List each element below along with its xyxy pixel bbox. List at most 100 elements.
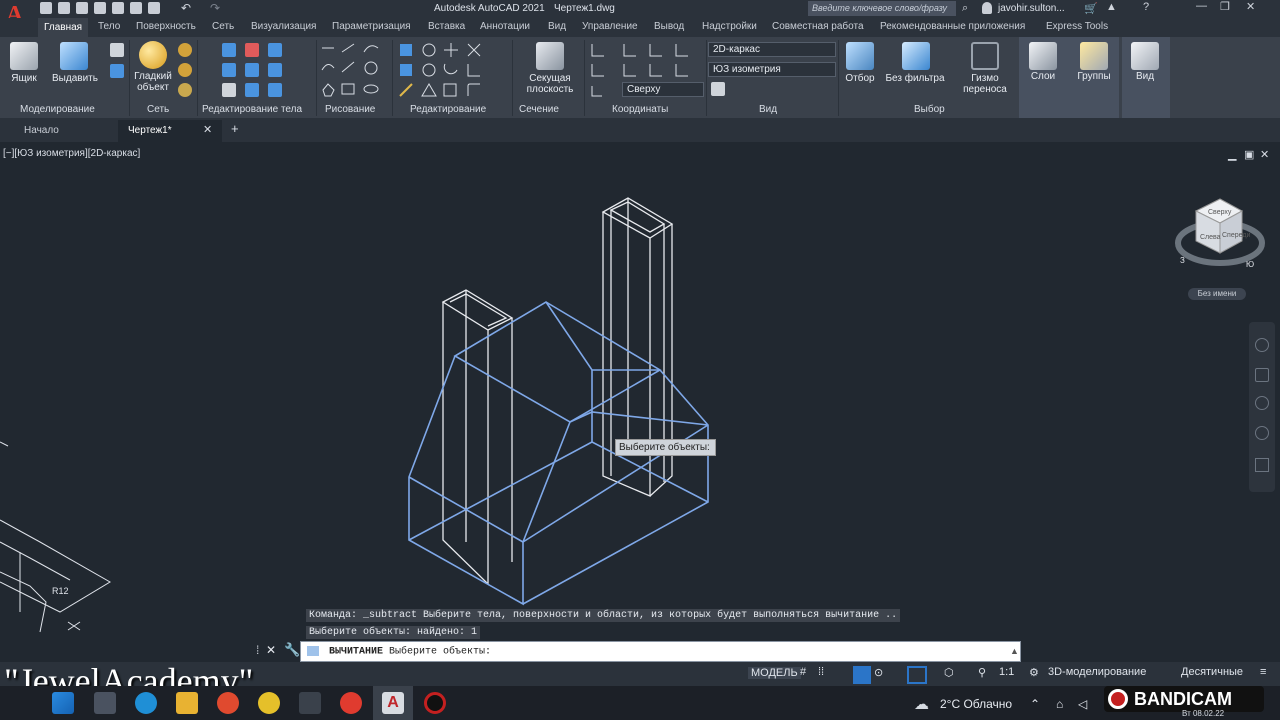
command-grip-icon[interactable]: ⁞ bbox=[256, 643, 259, 657]
close-window-icon[interactable]: ✕ bbox=[1246, 0, 1255, 13]
pan-icon[interactable] bbox=[1255, 368, 1269, 382]
gizmo-icon[interactable] bbox=[971, 42, 999, 70]
viewcube-left[interactable]: Слева bbox=[1200, 234, 1221, 241]
firefox-icon[interactable] bbox=[217, 692, 239, 714]
subtract-icon[interactable] bbox=[245, 43, 259, 57]
group-draw[interactable]: Рисование bbox=[325, 104, 375, 115]
compass-south[interactable]: Ю bbox=[1246, 260, 1254, 269]
modeling-small-icon-1[interactable] bbox=[110, 43, 124, 57]
save-as-icon[interactable] bbox=[94, 2, 106, 14]
culling-icon[interactable] bbox=[846, 42, 874, 70]
solid-edit-icon-7[interactable] bbox=[222, 83, 236, 97]
tab-output[interactable]: Вывод bbox=[654, 21, 684, 32]
viewport-config-icon[interactable] bbox=[711, 82, 725, 96]
culling-button[interactable]: Отбор bbox=[840, 73, 880, 84]
view-preset-select[interactable]: ЮЗ изометрия bbox=[708, 62, 836, 77]
group-section[interactable]: Сечение bbox=[519, 104, 559, 115]
section-plane-icon[interactable] bbox=[536, 42, 564, 70]
visual-style-select[interactable]: 2D-каркас bbox=[708, 42, 836, 57]
tab-visualize[interactable]: Визуализация bbox=[251, 21, 316, 32]
draw-tools-icons[interactable] bbox=[320, 42, 390, 98]
steering-wheel-icon[interactable] bbox=[1255, 338, 1269, 352]
group-mesh[interactable]: Сеть bbox=[147, 104, 169, 115]
network-icon[interactable]: ⌂ bbox=[1056, 697, 1063, 711]
solid-edit-icon-8[interactable] bbox=[245, 83, 259, 97]
command-close-icon[interactable]: ✕ bbox=[266, 643, 276, 657]
tab-manage[interactable]: Управление bbox=[582, 21, 638, 32]
cart-icon[interactable]: 🛒 bbox=[1084, 2, 1098, 15]
new-file-icon[interactable] bbox=[40, 2, 52, 14]
minimize-window-icon[interactable]: — bbox=[1196, 0, 1207, 12]
view-button[interactable]: Вид bbox=[1125, 71, 1165, 82]
tab-express-tools[interactable]: Express Tools bbox=[1046, 21, 1108, 32]
ucs-view-select[interactable]: Сверху bbox=[622, 82, 704, 97]
solid-edit-icon-6[interactable] bbox=[268, 63, 282, 77]
tab-collaborate[interactable]: Совместная работа bbox=[772, 21, 864, 32]
units-select[interactable]: Десятичные bbox=[1181, 666, 1243, 678]
orbit-icon[interactable] bbox=[1255, 426, 1269, 440]
solid-edit-icon-4[interactable] bbox=[222, 63, 236, 77]
extrude-icon[interactable] bbox=[60, 42, 88, 70]
annotation-visibility-icon[interactable]: ⚲ bbox=[978, 666, 986, 679]
undo-icon[interactable]: ↶ bbox=[181, 1, 191, 15]
weather-text[interactable]: 2°C Облачно bbox=[940, 697, 1012, 711]
solid-edit-icon-9[interactable] bbox=[268, 83, 282, 97]
group-modeling[interactable]: Моделирование bbox=[20, 104, 95, 115]
section-plane-button[interactable]: Секущая плоскость bbox=[522, 73, 578, 95]
tab-insert[interactable]: Вставка bbox=[428, 21, 465, 32]
start-icon[interactable] bbox=[52, 692, 74, 714]
mesh-small-icon-2[interactable] bbox=[178, 63, 192, 77]
union-icon[interactable] bbox=[222, 43, 236, 57]
autocad-taskbar-icon[interactable]: A bbox=[382, 692, 404, 714]
wcs-menu[interactable]: Без имени bbox=[1188, 288, 1246, 300]
user-name[interactable]: javohir.sulton... bbox=[998, 3, 1065, 14]
task-view-icon[interactable] bbox=[94, 692, 116, 714]
search-icon[interactable]: ⌕ bbox=[962, 2, 968, 15]
volume-icon[interactable]: ◁ bbox=[1078, 697, 1087, 711]
compass-west[interactable]: З bbox=[1180, 256, 1185, 265]
plot-icon[interactable] bbox=[148, 2, 160, 14]
no-filter-button[interactable]: Без фильтра bbox=[882, 73, 948, 84]
layers-button[interactable]: Слои bbox=[1022, 71, 1064, 82]
save-icon[interactable] bbox=[76, 2, 88, 14]
web-save-icon[interactable] bbox=[112, 2, 124, 14]
annotation-scale[interactable]: 1:1 bbox=[999, 666, 1014, 678]
user-icon[interactable] bbox=[982, 2, 992, 14]
smooth-object-icon[interactable] bbox=[139, 41, 167, 69]
modify-tools-icons[interactable] bbox=[398, 42, 508, 98]
tab-featured-apps[interactable]: Рекомендованные приложения bbox=[880, 21, 1025, 32]
group-view[interactable]: Вид bbox=[759, 104, 777, 115]
command-customize-icon[interactable]: 🔧 bbox=[284, 642, 300, 658]
search-input[interactable]: Введите ключевое слово/фразу bbox=[808, 1, 956, 16]
viewcube-front[interactable]: Спереди bbox=[1222, 232, 1250, 239]
modeling-small-icon-2[interactable] bbox=[110, 64, 124, 78]
tab-parametric[interactable]: Параметризация bbox=[332, 21, 411, 32]
open-file-icon[interactable] bbox=[58, 2, 70, 14]
viewcube-top[interactable]: Сверху bbox=[1208, 209, 1232, 216]
edge-icon[interactable] bbox=[135, 692, 157, 714]
group-selection[interactable]: Выбор bbox=[914, 104, 945, 115]
tab-surface[interactable]: Поверхность bbox=[136, 21, 196, 32]
close-tab-icon[interactable]: ✕ bbox=[203, 123, 212, 136]
polar-icon[interactable]: ⊙ bbox=[874, 666, 883, 679]
explorer-icon[interactable] bbox=[176, 692, 198, 714]
tab-annotate[interactable]: Аннотации bbox=[480, 21, 530, 32]
group-modify[interactable]: Редактирование bbox=[410, 104, 486, 115]
solid-edit-icon-5[interactable] bbox=[245, 63, 259, 77]
redo-icon[interactable]: ↷ bbox=[210, 1, 220, 15]
model-wireframe[interactable]: R12 bbox=[0, 142, 1280, 660]
a360-icon[interactable]: ▲ bbox=[1106, 1, 1117, 13]
new-tab-icon[interactable]: + bbox=[231, 121, 239, 136]
tray-chevron-icon[interactable]: ⌃ bbox=[1030, 697, 1040, 711]
chrome-icon[interactable] bbox=[258, 692, 280, 714]
command-recent-icon[interactable] bbox=[307, 646, 319, 656]
no-filter-icon[interactable] bbox=[902, 42, 930, 70]
tab-mesh[interactable]: Сеть bbox=[212, 21, 234, 32]
view-icon[interactable] bbox=[1131, 42, 1159, 70]
yandex-icon[interactable] bbox=[340, 692, 362, 714]
tab-home[interactable]: Главная bbox=[38, 18, 89, 37]
zoom-icon[interactable] bbox=[1255, 396, 1269, 410]
isodraft-icon[interactable]: ⬡ bbox=[944, 666, 954, 679]
tab-addins[interactable]: Надстройки bbox=[702, 21, 757, 32]
app-icon[interactable] bbox=[299, 692, 321, 714]
